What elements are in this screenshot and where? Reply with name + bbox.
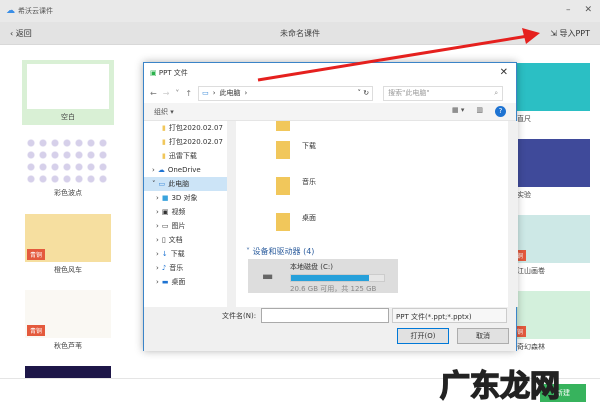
red-arrow-annotation: [257, 28, 540, 82]
watermark: 广东龙网: [439, 368, 561, 405]
